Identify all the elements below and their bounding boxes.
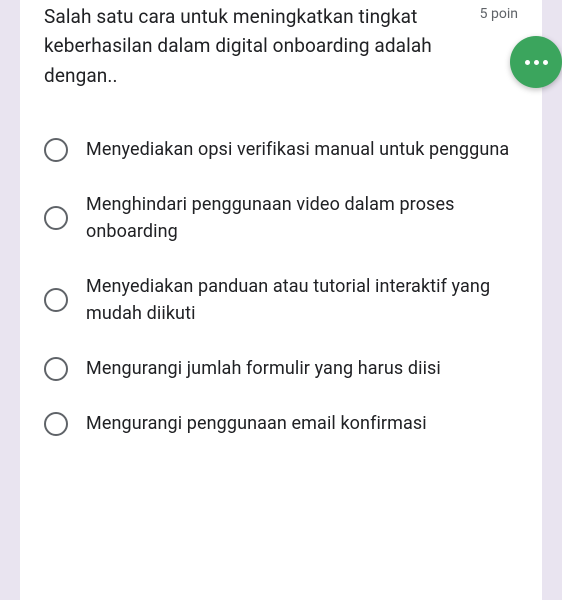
option-row[interactable]: Mengurangi penggunaan email konfirmasi bbox=[44, 396, 518, 451]
option-label: Menyediakan panduan atau tutorial intera… bbox=[86, 273, 518, 327]
option-label: Mengurangi jumlah formulir yang harus di… bbox=[86, 355, 441, 382]
question-points: 5 poin bbox=[480, 2, 518, 22]
option-row[interactable]: Menghindari penggunaan video dalam prose… bbox=[44, 177, 518, 259]
more-icon bbox=[525, 60, 548, 65]
option-row[interactable]: Menyediakan opsi verifikasi manual untuk… bbox=[44, 122, 518, 177]
option-row[interactable]: Menyediakan panduan atau tutorial intera… bbox=[44, 259, 518, 341]
radio-icon[interactable] bbox=[44, 206, 68, 230]
more-options-button[interactable] bbox=[510, 36, 562, 88]
question-text: Salah satu cara untuk meningkatkan tingk… bbox=[44, 2, 464, 90]
radio-icon[interactable] bbox=[44, 357, 68, 381]
option-row[interactable]: Mengurangi jumlah formulir yang harus di… bbox=[44, 341, 518, 396]
radio-icon[interactable] bbox=[44, 412, 68, 436]
option-label: Menghindari penggunaan video dalam prose… bbox=[86, 191, 518, 245]
radio-icon[interactable] bbox=[44, 138, 68, 162]
radio-icon[interactable] bbox=[44, 288, 68, 312]
option-label: Mengurangi penggunaan email konfirmasi bbox=[86, 410, 427, 437]
option-label: Menyediakan opsi verifikasi manual untuk… bbox=[86, 136, 509, 163]
question-card: Salah satu cara untuk meningkatkan tingk… bbox=[20, 0, 542, 600]
question-header: Salah satu cara untuk meningkatkan tingk… bbox=[44, 0, 518, 90]
options-list: Menyediakan opsi verifikasi manual untuk… bbox=[44, 122, 518, 451]
